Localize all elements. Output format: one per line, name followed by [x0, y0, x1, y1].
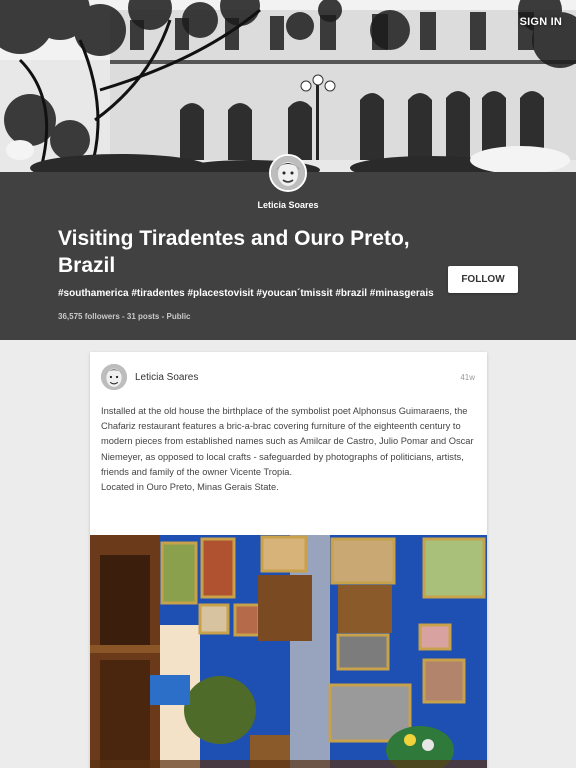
post-timestamp[interactable]: 41w: [460, 373, 475, 382]
restaurant-interior-photo-icon: [90, 535, 487, 768]
post-location: Located in Ouro Preto, Minas Gerais Stat…: [101, 482, 279, 493]
profile-photo-icon: [271, 156, 305, 190]
collection-title: Visiting Tiradentes and Ouro Preto, Braz…: [58, 227, 410, 277]
collection-tags: #southamerica #tiradentes #placestovisit…: [58, 288, 434, 299]
post-author-avatar[interactable]: [101, 364, 127, 390]
follow-button[interactable]: FOLLOW: [448, 266, 518, 293]
cover-image: SIGN IN: [0, 0, 576, 172]
owner-name[interactable]: Leticia Soares: [0, 200, 576, 210]
post-image[interactable]: [90, 535, 487, 768]
collection-stats: 36,575 followers - 31 posts - Public: [58, 312, 191, 321]
post-author-name[interactable]: Leticia Soares: [135, 372, 198, 383]
post-text: Installed at the old house the birthplac…: [101, 406, 474, 477]
post-card[interactable]: Leticia Soares 41w Installed at the old …: [90, 352, 487, 768]
owner-avatar[interactable]: [269, 154, 307, 192]
sign-in-button[interactable]: SIGN IN: [520, 16, 562, 28]
post-body: Installed at the old house the birthplac…: [101, 404, 477, 495]
profile-photo-icon: [101, 364, 127, 390]
building-photo-icon: [0, 0, 576, 172]
